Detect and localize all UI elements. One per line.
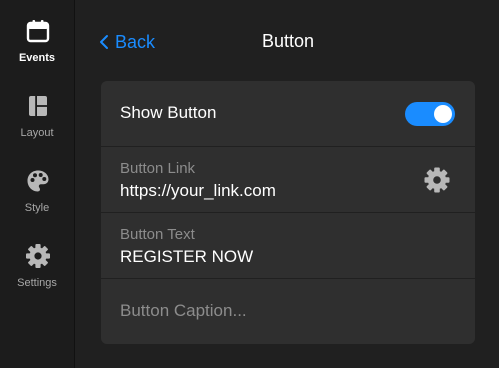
show-button-row: Show Button	[101, 81, 475, 147]
button-text-value[interactable]: REGISTER NOW	[120, 247, 253, 267]
back-button[interactable]: Back	[98, 30, 155, 54]
sidebar: Events Layout Style Settings	[0, 0, 75, 368]
link-settings-gear-icon[interactable]	[423, 166, 451, 194]
calendar-icon	[25, 18, 51, 44]
chevron-left-icon	[98, 34, 110, 50]
sidebar-item-label: Settings	[17, 277, 57, 289]
back-label: Back	[115, 31, 156, 52]
sidebar-item-events[interactable]: Events	[0, 18, 74, 82]
sidebar-item-label: Style	[24, 202, 50, 214]
button-link-value[interactable]: https://your_link.com	[120, 181, 276, 201]
button-settings-panel: Show Button Button Link https://your_lin…	[101, 81, 475, 344]
show-button-toggle[interactable]	[405, 102, 455, 126]
sidebar-item-label: Layout	[20, 127, 54, 139]
button-link-label: Button Link	[120, 160, 196, 177]
button-caption-field[interactable]: Button Caption...	[101, 279, 475, 344]
app-window: Events Layout Style Settings Back Button…	[0, 0, 499, 368]
palette-icon	[25, 168, 51, 194]
button-caption-placeholder[interactable]: Button Caption...	[120, 301, 247, 321]
button-text-label: Button Text	[120, 226, 195, 243]
gear-icon	[25, 243, 51, 269]
button-text-field[interactable]: Button Text REGISTER NOW	[101, 213, 475, 279]
show-button-label: Show Button	[120, 103, 217, 122]
sidebar-item-settings[interactable]: Settings	[0, 243, 74, 307]
page-title: Button	[261, 31, 315, 51]
sidebar-item-layout[interactable]: Layout	[0, 93, 74, 157]
sidebar-item-label: Events	[18, 52, 56, 64]
button-link-field[interactable]: Button Link https://your_link.com	[101, 147, 475, 213]
sidebar-item-style[interactable]: Style	[0, 168, 74, 232]
layout-icon	[25, 93, 51, 119]
toggle-knob	[434, 105, 452, 123]
